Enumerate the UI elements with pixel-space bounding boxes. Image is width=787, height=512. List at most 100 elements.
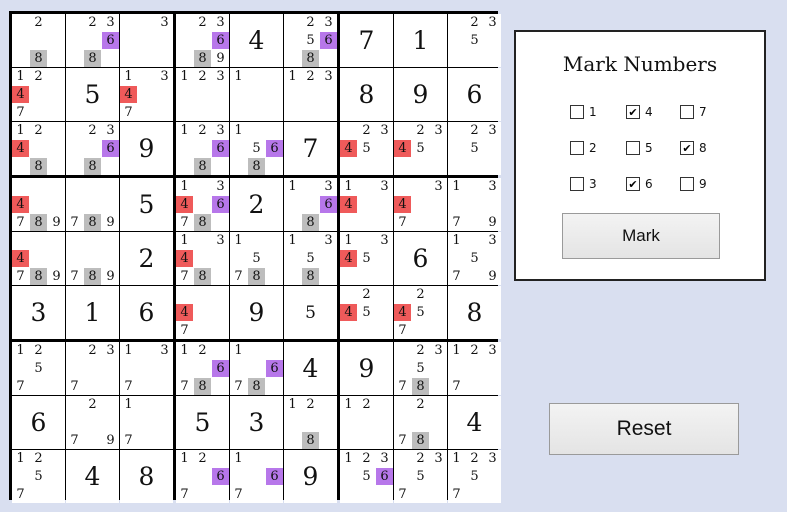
sudoku-cell-r8c2[interactable]: 2 7 9 (66, 396, 119, 449)
sudoku-cell-r2c9[interactable]: 6 (448, 68, 501, 121)
sudoku-cell-r5c9[interactable]: 1 357 9 (448, 232, 501, 285)
sudoku-cell-r9c7[interactable]: 12356 (340, 450, 393, 503)
sudoku-cell-r6c5[interactable]: 9 (230, 286, 283, 339)
sudoku-cell-r1c8[interactable]: 1 (394, 14, 447, 67)
sudoku-cell-r3c8[interactable]: 23 45 (394, 122, 447, 175)
sudoku-cell-r9c1[interactable]: 12 57 (12, 450, 65, 503)
mark-option-1[interactable]: 1 (570, 105, 597, 119)
sudoku-cell-r7c6[interactable]: 4 (284, 342, 337, 395)
sudoku-cell-r7c9[interactable]: 123 7 (448, 342, 501, 395)
mark-option-6[interactable]: ✔ 6 (626, 177, 653, 191)
sudoku-cell-r6c9[interactable]: 8 (448, 286, 501, 339)
sudoku-cell-r3c4[interactable]: 123 68 (176, 122, 229, 175)
sudoku-cell-r4c7[interactable]: 1 3 4 (340, 178, 393, 231)
sudoku-cell-r9c8[interactable]: 2357 (394, 450, 447, 503)
checkbox[interactable] (680, 177, 694, 191)
sudoku-cell-r8c6[interactable]: 12 8 (284, 396, 337, 449)
sudoku-cell-r5c6[interactable]: 1 35 8 (284, 232, 337, 285)
checkbox[interactable]: ✔ (626, 105, 640, 119)
sudoku-cell-r1c1[interactable]: 28 (12, 14, 65, 67)
sudoku-cell-r2c8[interactable]: 9 (394, 68, 447, 121)
sudoku-cell-r3c3[interactable]: 9 (120, 122, 173, 175)
sudoku-cell-r9c2[interactable]: 4 (66, 450, 119, 503)
sudoku-cell-r9c6[interactable]: 9 (284, 450, 337, 503)
sudoku-cell-r1c3[interactable]: 3 (120, 14, 173, 67)
sudoku-cell-r4c5[interactable]: 2 (230, 178, 283, 231)
mark-option-7[interactable]: 7 (680, 105, 707, 119)
checkbox[interactable] (570, 177, 584, 191)
sudoku-cell-r5c4[interactable]: 1 3 4 78 (176, 232, 229, 285)
sudoku-cell-r4c3[interactable]: 5 (120, 178, 173, 231)
sudoku-cell-r2c4[interactable]: 123 (176, 68, 229, 121)
sudoku-cell-r6c2[interactable]: 1 (66, 286, 119, 339)
sudoku-cell-r7c1[interactable]: 12 57 (12, 342, 65, 395)
sudoku-cell-r7c4[interactable]: 126 78 (176, 342, 229, 395)
sudoku-cell-r7c2[interactable]: 23 7 (66, 342, 119, 395)
checkbox[interactable] (570, 141, 584, 155)
checkbox[interactable] (570, 105, 584, 119)
mark-option-2[interactable]: 2 (570, 141, 597, 155)
sudoku-cell-r6c7[interactable]: 245 (340, 286, 393, 339)
sudoku-cell-r5c1[interactable]: 4 789 (12, 232, 65, 285)
sudoku-cell-r1c9[interactable]: 235 (448, 14, 501, 67)
checkbox[interactable]: ✔ (626, 177, 640, 191)
reset-button[interactable]: Reset (549, 403, 739, 455)
sudoku-cell-r7c3[interactable]: 1 3 7 (120, 342, 173, 395)
sudoku-cell-r7c7[interactable]: 9 (340, 342, 393, 395)
sudoku-cell-r8c5[interactable]: 3 (230, 396, 283, 449)
checkbox[interactable] (626, 141, 640, 155)
checkbox[interactable]: ✔ (680, 141, 694, 155)
sudoku-cell-r7c8[interactable]: 23578 (394, 342, 447, 395)
mark-option-5[interactable]: 5 (626, 141, 653, 155)
sudoku-cell-r6c6[interactable]: 5 (284, 286, 337, 339)
sudoku-cell-r5c8[interactable]: 6 (394, 232, 447, 285)
sudoku-cell-r3c9[interactable]: 235 (448, 122, 501, 175)
sudoku-cell-r6c1[interactable]: 3 (12, 286, 65, 339)
sudoku-cell-r4c2[interactable]: 789 (66, 178, 119, 231)
sudoku-cell-r2c5[interactable]: 1 (230, 68, 283, 121)
sudoku-cell-r8c9[interactable]: 4 (448, 396, 501, 449)
sudoku-cell-r9c9[interactable]: 12357 (448, 450, 501, 503)
sudoku-cell-r9c4[interactable]: 126 7 (176, 450, 229, 503)
sudoku-cell-r8c3[interactable]: 17 (120, 396, 173, 449)
sudoku-cell-r5c2[interactable]: 789 (66, 232, 119, 285)
sudoku-cell-r1c5[interactable]: 4 (230, 14, 283, 67)
sudoku-cell-r8c1[interactable]: 6 (12, 396, 65, 449)
mark-option-8[interactable]: ✔ 8 (680, 141, 707, 155)
mark-button[interactable]: Mark (562, 213, 720, 259)
sudoku-cell-r4c6[interactable]: 1 3 68 (284, 178, 337, 231)
sudoku-cell-r3c6[interactable]: 7 (284, 122, 337, 175)
sudoku-cell-r6c4[interactable]: 47 (176, 286, 229, 339)
sudoku-cell-r3c7[interactable]: 23 45 (340, 122, 393, 175)
sudoku-cell-r4c8[interactable]: 3 4 7 (394, 178, 447, 231)
sudoku-cell-r1c7[interactable]: 7 (340, 14, 393, 67)
mark-option-3[interactable]: 3 (570, 177, 597, 191)
mark-option-9[interactable]: 9 (680, 177, 707, 191)
sudoku-cell-r8c7[interactable]: 12 (340, 396, 393, 449)
sudoku-cell-r6c3[interactable]: 6 (120, 286, 173, 339)
sudoku-cell-r3c2[interactable]: 23 68 (66, 122, 119, 175)
sudoku-cell-r2c6[interactable]: 123 (284, 68, 337, 121)
sudoku-cell-r2c3[interactable]: 1 3 4 7 (120, 68, 173, 121)
sudoku-cell-r2c1[interactable]: 124 7 (12, 68, 65, 121)
sudoku-cell-r4c1[interactable]: 4 789 (12, 178, 65, 231)
sudoku-cell-r1c2[interactable]: 23 68 (66, 14, 119, 67)
sudoku-cell-r8c4[interactable]: 5 (176, 396, 229, 449)
sudoku-cell-r7c5[interactable]: 1678 (230, 342, 283, 395)
sudoku-cell-r5c7[interactable]: 1 3 45 (340, 232, 393, 285)
sudoku-cell-r9c5[interactable]: 1 6 7 (230, 450, 283, 503)
sudoku-cell-r6c8[interactable]: 2457 (394, 286, 447, 339)
sudoku-cell-r3c1[interactable]: 1248 (12, 122, 65, 175)
sudoku-cell-r9c3[interactable]: 8 (120, 450, 173, 503)
sudoku-cell-r1c6[interactable]: 23568 (284, 14, 337, 67)
sudoku-cell-r5c5[interactable]: 1578 (230, 232, 283, 285)
sudoku-cell-r2c7[interactable]: 8 (340, 68, 393, 121)
sudoku-cell-r3c5[interactable]: 1568 (230, 122, 283, 175)
sudoku-cell-r5c3[interactable]: 2 (120, 232, 173, 285)
sudoku-cell-r2c2[interactable]: 5 (66, 68, 119, 121)
checkbox[interactable] (680, 105, 694, 119)
sudoku-cell-r4c4[interactable]: 1 3 4 6 78 (176, 178, 229, 231)
sudoku-cell-r8c8[interactable]: 2 78 (394, 396, 447, 449)
sudoku-cell-r4c9[interactable]: 1 3 7 9 (448, 178, 501, 231)
sudoku-cell-r1c4[interactable]: 23 689 (176, 14, 229, 67)
